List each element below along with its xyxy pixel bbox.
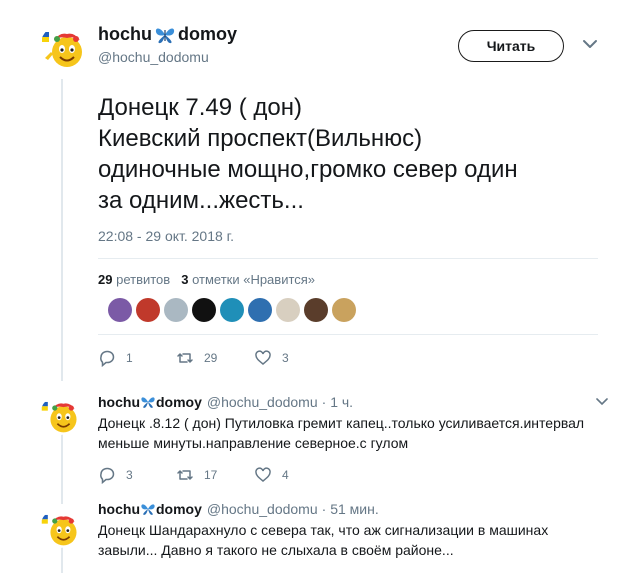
liker-avatar[interactable]: [192, 298, 216, 322]
retweet-icon: [177, 353, 193, 363]
follow-button[interactable]: Читать: [458, 30, 564, 62]
likers-list: [108, 298, 356, 322]
tweet-timestamp[interactable]: 22:08 - 29 окт. 2018 г.: [98, 228, 234, 244]
display-name[interactable]: hochu domoy: [98, 24, 237, 45]
display-name-part1: hochu: [98, 501, 140, 517]
likes-label: отметки «Нравится»: [192, 272, 316, 287]
reply-handle[interactable]: @hochu_dodomu: [207, 394, 318, 410]
liker-avatar[interactable]: [220, 298, 244, 322]
like-button[interactable]: 3: [254, 349, 332, 367]
tweet-actions: 1 29 3: [98, 349, 332, 367]
liker-avatar[interactable]: [332, 298, 356, 322]
retweets-count: 29: [98, 272, 113, 287]
butterfly-icon: [141, 504, 155, 515]
butterfly-icon: [141, 397, 155, 408]
display-name-part2: domoy: [178, 24, 238, 44]
liker-avatar[interactable]: [108, 298, 132, 322]
display-name-part1: hochu: [98, 394, 140, 410]
reply-tweet[interactable]: hochu domoy @hochu_dodomu · 51 мин. Доне…: [98, 501, 608, 560]
reply-text: Донецк .8.12 ( дон) Путиловка гремит кап…: [98, 415, 585, 451]
reply-button[interactable]: 3: [98, 466, 176, 484]
chevron-down-icon[interactable]: [582, 38, 598, 50]
emoji-avatar-icon: [40, 508, 80, 548]
avatar[interactable]: [40, 395, 80, 435]
likes-stat[interactable]: 3 отметки «Нравится»: [181, 272, 315, 287]
emoji-avatar-icon: [40, 24, 86, 70]
avatar[interactable]: [40, 24, 86, 70]
reply-header: hochu domoy @hochu_dodomu · 51 мин.: [98, 501, 608, 517]
reply-actions: 3 17 4: [98, 466, 332, 484]
display-name-part1: hochu: [98, 24, 152, 44]
chevron-down-icon[interactable]: [596, 397, 608, 406]
heart-icon: [255, 350, 271, 365]
liker-avatar[interactable]: [276, 298, 300, 322]
liker-avatar[interactable]: [164, 298, 188, 322]
display-name-part2: domoy: [156, 394, 202, 410]
thread-connector: [61, 79, 63, 381]
reply-text: Донецк Шандарахнуло с севера так, что аж…: [98, 522, 549, 558]
reply-time[interactable]: · 1 ч.: [322, 394, 353, 410]
retweet-count: 17: [204, 468, 218, 482]
reply-time[interactable]: · 51 мин.: [322, 501, 379, 517]
reply-icon: [100, 467, 115, 484]
reply-tweet[interactable]: hochu domoy @hochu_dodomu · 1 ч. Донецк …: [98, 394, 608, 453]
retweet-button[interactable]: 17: [176, 466, 254, 484]
heart-icon: [255, 467, 271, 482]
reply-header: hochu domoy @hochu_dodomu · 1 ч.: [98, 394, 608, 410]
tweet-stats: 29 ретвитов 3 отметки «Нравится»: [98, 272, 315, 287]
emoji-avatar-icon: [40, 395, 80, 435]
retweets-stat[interactable]: 29 ретвитов: [98, 272, 170, 287]
reply-display-name[interactable]: hochu domoy: [98, 501, 202, 517]
retweet-button[interactable]: 29: [176, 349, 254, 367]
like-button[interactable]: 4: [254, 466, 332, 484]
like-count: 4: [282, 468, 289, 482]
liker-avatar[interactable]: [248, 298, 272, 322]
like-count: 3: [282, 351, 289, 365]
reply-button[interactable]: 1: [98, 349, 176, 367]
divider: [98, 334, 598, 335]
reply-icon: [100, 350, 115, 367]
tweet-text: Донецк 7.49 ( дон) Киевский проспект(Вил…: [98, 94, 518, 214]
retweet-icon: [177, 470, 193, 480]
profile-header[interactable]: hochu domoy @hochu_dodomu: [98, 24, 237, 65]
user-handle[interactable]: @hochu_dodomu: [98, 49, 237, 65]
reply-count: 1: [126, 351, 133, 365]
reply-handle[interactable]: @hochu_dodomu: [207, 501, 318, 517]
reply-display-name[interactable]: hochu domoy: [98, 394, 202, 410]
liker-avatar[interactable]: [304, 298, 328, 322]
retweets-label: ретвитов: [116, 272, 171, 287]
reply-count: 3: [126, 468, 133, 482]
divider: [98, 258, 598, 259]
display-name-part2: domoy: [156, 501, 202, 517]
avatar[interactable]: [40, 508, 80, 548]
retweet-count: 29: [204, 351, 218, 365]
likes-count: 3: [181, 272, 189, 287]
butterfly-icon: [155, 28, 175, 43]
liker-avatar[interactable]: [136, 298, 160, 322]
